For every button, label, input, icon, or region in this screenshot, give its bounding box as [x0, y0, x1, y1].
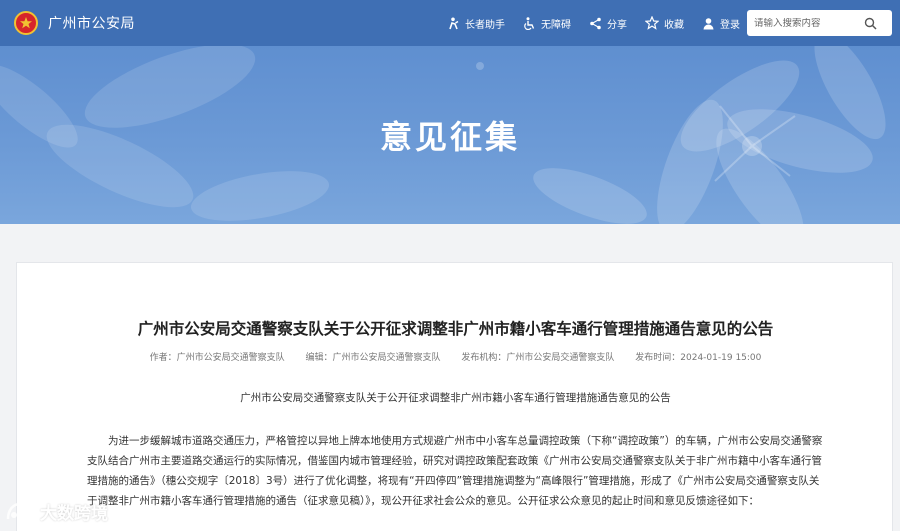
watermark: 大数跨境 — [4, 499, 108, 524]
article-meta: 作者：广州市公安局交通警察支队 编辑：广州市公安局交通警察支队 发布机构：广州市… — [17, 350, 894, 363]
favorite-label: 收藏 — [664, 19, 684, 31]
watermark-text: 大数跨境 — [40, 504, 108, 524]
share-button[interactable]: 分享 — [589, 16, 627, 31]
header-tools: 长者助手 无障碍 分享 收藏 登录 — [429, 0, 740, 46]
paragraph-text: 为进一步缓解城市道路交通压力，严格管控以异地上牌本地使用方式规避广州市中小客车总… — [87, 435, 823, 507]
search-button[interactable] — [864, 17, 877, 30]
banner: 意见征集 — [0, 46, 900, 224]
meta-time: 发布时间：2024-01-19 15:00 — [635, 353, 762, 363]
user-icon — [703, 17, 714, 29]
site-title: 广州市公安局 — [48, 16, 135, 32]
login-label: 登录 — [720, 19, 740, 31]
search-icon — [864, 17, 877, 30]
star-icon — [645, 16, 659, 30]
article-subtitle: 广州市公安局交通警察支队关于公开征求调整非广州市籍小客车通行管理措施通告意见的公… — [240, 392, 671, 404]
accessibility-icon — [524, 16, 535, 30]
meta-editor: 编辑：广州市公安局交通警察支队 — [305, 353, 441, 363]
share-label: 分享 — [607, 19, 627, 31]
brand[interactable]: 广州市公安局 — [14, 11, 135, 35]
elder-assist-label: 长者助手 — [465, 19, 505, 31]
search-input[interactable] — [747, 17, 862, 29]
accessibility-button[interactable]: 无障碍 — [523, 16, 571, 31]
article-paragraph: 为进一步缓解城市道路交通压力，严格管控以异地上牌本地使用方式规避广州市中小客车总… — [87, 431, 827, 511]
top-header: 广州市公安局 长者助手 无障碍 分享 收藏 登录 — [0, 0, 900, 46]
login-button[interactable]: 登录 — [702, 16, 740, 31]
elder-assist-icon — [449, 17, 459, 29]
meta-author: 作者：广州市公安局交通警察支队 — [149, 353, 285, 363]
favorite-button[interactable]: 收藏 — [645, 16, 684, 31]
article-title: 广州市公安局交通警察支队关于公开征求调整非广州市籍小客车通行管理措施通告意见的公… — [137, 320, 774, 338]
police-emblem-icon — [14, 11, 38, 35]
banner-title: 意见征集 — [379, 118, 520, 156]
search-box — [747, 10, 892, 36]
meta-publisher: 发布机构：广州市公安局交通警察支队 — [461, 353, 615, 363]
accessibility-label: 无障碍 — [541, 19, 571, 31]
elder-assist-button[interactable]: 长者助手 — [447, 16, 505, 31]
watermark-logo-icon — [6, 502, 32, 519]
share-icon — [590, 17, 601, 29]
article-card: 广州市公安局交通警察支队关于公开征求调整非广州市籍小客车通行管理措施通告意见的公… — [16, 262, 893, 531]
